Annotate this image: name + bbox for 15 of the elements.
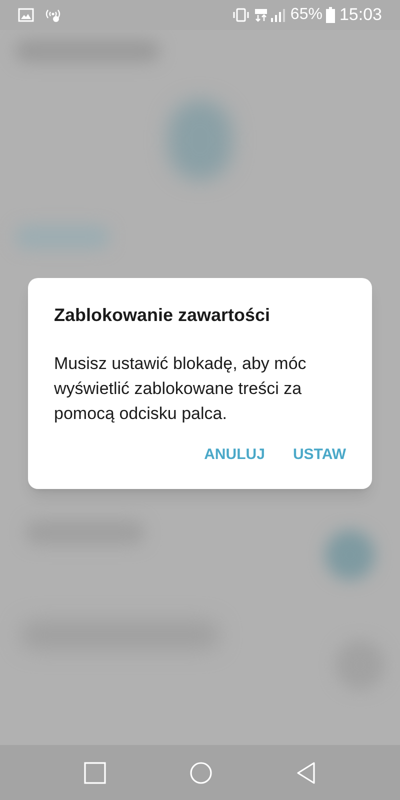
data-network-icon — [254, 8, 268, 22]
dialog-message: Musisz ustawić blokadę, aby móc wyświetlić zablokowane treści za pomocą odcisku palca. — [54, 353, 308, 425]
clock-time: 15:03 — [339, 4, 382, 26]
dialog-title: Zablokowanie zawartości — [54, 304, 272, 327]
dialog-button[interactable]: USTAW — [292, 444, 346, 466]
hotspot-icon — [44, 7, 62, 23]
battery-percent: 65% — [290, 5, 322, 25]
recent-apps-icon[interactable] — [84, 762, 106, 784]
signal-icon — [270, 8, 286, 22]
battery-icon — [326, 7, 336, 23]
dialog-button[interactable]: ANULUJ — [204, 444, 265, 466]
image-icon — [18, 8, 34, 22]
vibrate-icon — [232, 8, 250, 22]
home-icon[interactable] — [190, 762, 212, 784]
back-icon[interactable] — [296, 762, 316, 784]
